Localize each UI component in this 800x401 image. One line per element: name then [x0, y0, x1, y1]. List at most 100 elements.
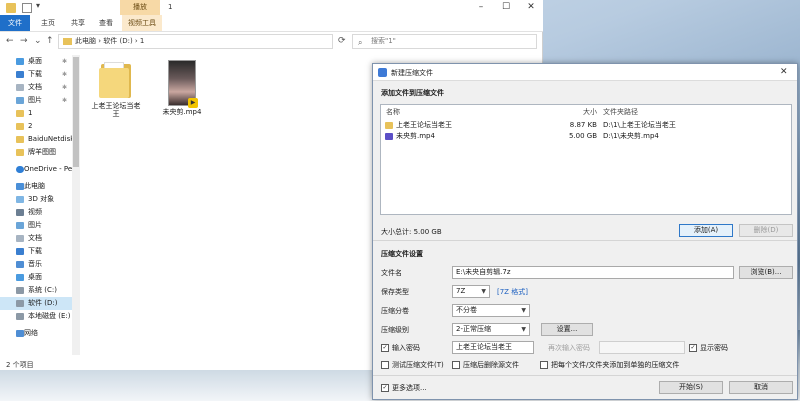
status-bar: 2 个项目	[6, 361, 34, 369]
settings-button[interactable]: 设置...	[541, 323, 593, 336]
add-button[interactable]: 添加(A)	[679, 224, 733, 237]
nav-item-downloads[interactable]: 下载 ✱	[0, 68, 73, 81]
separate-archives-label: 把每个文件/文件夹添加到单独的压缩文件	[551, 361, 680, 369]
nav-item-desktop[interactable]: 桌面 ✱	[0, 55, 73, 68]
ribbon-tabs: 文件 主页 共享 查看 视频工具	[0, 15, 543, 32]
contextual-tab-play[interactable]: 播放	[120, 0, 160, 15]
close-icon[interactable]: ✕	[780, 67, 788, 77]
table-row[interactable]: 上老王论坛当老王 8.87 KB D:\1\上老王论坛当老王	[381, 120, 791, 131]
search-icon: ⌕	[358, 38, 363, 47]
folder-item[interactable]: 上老王论坛当老王	[90, 60, 142, 118]
refresh-icon[interactable]: ⟳	[338, 36, 346, 46]
row-path: D:\1\上老王论坛当老王	[603, 121, 676, 129]
folder-icon	[16, 136, 24, 143]
computer-icon	[16, 183, 24, 190]
nav-item-videos[interactable]: 视频	[0, 206, 73, 219]
chevron-down-icon[interactable]: ▾	[36, 1, 46, 11]
nav-item-3d-objects[interactable]: 3D 对象	[0, 193, 73, 206]
column-path[interactable]: 文件夹路径	[603, 107, 638, 117]
save-type-label: 保存类型	[381, 288, 409, 296]
nav-item-pictures[interactable]: 图片 ✱	[0, 94, 73, 107]
nav-item-folder-images[interactable]: 牌羊图图	[0, 146, 73, 159]
nav-item-pictures-pc[interactable]: 图片	[0, 219, 73, 232]
address-bar[interactable]: 此电脑 › 软件 (D:) › 1	[58, 34, 333, 49]
back-arrow-icon[interactable]: ←	[6, 36, 14, 46]
chevron-down-icon: ▼	[481, 288, 486, 295]
start-button[interactable]: 开始(S)	[659, 381, 723, 394]
tab-video-tools[interactable]: 视频工具	[122, 15, 162, 31]
checkbox-checked[interactable]: ✓	[381, 384, 389, 392]
nav-item-baidunetdisk[interactable]: BaiduNetdisk	[0, 133, 73, 146]
tab-file[interactable]: 文件	[0, 15, 30, 31]
forward-arrow-icon[interactable]: →	[20, 36, 28, 46]
properties-icon[interactable]	[22, 3, 32, 13]
nav-item-network[interactable]: 网络	[0, 327, 73, 340]
scrollbar-thumb[interactable]	[73, 57, 79, 167]
picture-icon	[16, 222, 24, 229]
nav-label: 3D 对象	[28, 195, 55, 203]
split-value: 不分卷	[456, 306, 477, 314]
download-icon	[16, 248, 24, 255]
video-file-item[interactable]: ▶ 未央剪.mp4	[156, 60, 208, 116]
checkbox-unchecked[interactable]	[381, 361, 389, 369]
reenter-password-field[interactable]	[599, 341, 685, 354]
more-options-label: 更多选项...	[392, 384, 427, 392]
nav-item-music[interactable]: 音乐	[0, 258, 73, 271]
document-icon	[16, 235, 24, 242]
nav-label: 网络	[24, 329, 38, 337]
nav-label: 桌面	[28, 57, 42, 65]
nav-item-documents-pc[interactable]: 文档	[0, 232, 73, 245]
tab-view[interactable]: 查看	[94, 15, 118, 31]
nav-label: 下载	[28, 247, 42, 255]
nav-item-documents[interactable]: 文档 ✱	[0, 81, 73, 94]
nav-item-drive-c[interactable]: 系统 (C:)	[0, 284, 73, 297]
nav-item-folder-1[interactable]: 1	[0, 107, 73, 120]
nav-label: 音乐	[28, 260, 42, 268]
document-icon	[16, 84, 24, 91]
checkbox-checked[interactable]: ✓	[689, 344, 697, 352]
up-arrow-icon[interactable]: ↑	[46, 36, 54, 46]
recent-locations-icon[interactable]: ⌄	[34, 36, 42, 46]
table-row[interactable]: 未央剪.mp4 5.00 GB D:\1\未央剪.mp4	[381, 131, 791, 142]
video-icon	[16, 209, 24, 216]
search-input[interactable]: ⌕ 搜索"1"	[352, 34, 537, 49]
nav-item-desktop-pc[interactable]: 桌面	[0, 271, 73, 284]
file-list[interactable]: 名称 大小 文件夹路径 上老王论坛当老王 8.87 KB D:\1\上老王论坛当…	[380, 104, 792, 215]
nav-item-this-pc[interactable]: 此电脑	[0, 180, 73, 193]
tab-share[interactable]: 共享	[66, 15, 90, 31]
folder-icon	[6, 3, 16, 13]
nav-item-downloads-pc[interactable]: 下载	[0, 245, 73, 258]
cloud-icon	[16, 166, 24, 173]
nav-item-onedrive[interactable]: OneDrive - Per	[0, 163, 73, 176]
filename-field[interactable]: E:\未央自剪辑.7z	[452, 266, 734, 279]
maximize-icon[interactable]: ☐	[499, 2, 513, 12]
close-icon[interactable]: ✕	[524, 2, 538, 12]
nav-item-drive-e[interactable]: 本地磁盘 (E:)	[0, 310, 73, 323]
nav-label: 图片	[28, 96, 42, 104]
row-path: D:\1\未央剪.mp4	[603, 132, 659, 140]
checkbox-unchecked[interactable]	[452, 361, 460, 369]
nav-item-folder-2[interactable]: 2	[0, 120, 73, 133]
save-type-select[interactable]: 7Z ▼	[452, 285, 490, 298]
show-password-label: 显示密码	[700, 344, 728, 352]
password-field[interactable]: 上老王论坛当老王	[452, 341, 534, 354]
tab-home[interactable]: 主页	[36, 15, 60, 31]
delete-button[interactable]: 删除(D)	[739, 224, 793, 237]
cancel-button[interactable]: 取消	[729, 381, 793, 394]
checkbox-checked[interactable]: ✓	[381, 344, 389, 352]
minimize-icon[interactable]: –	[474, 2, 488, 12]
nav-item-drive-d[interactable]: 软件 (D:)	[0, 297, 73, 310]
delete-source-label: 压缩后删除源文件	[463, 361, 519, 369]
total-size: 大小总计: 5.00 GB	[381, 228, 442, 236]
level-select[interactable]: 2-正常压缩 ▼	[452, 323, 530, 336]
checkbox-unchecked[interactable]	[540, 361, 548, 369]
column-name[interactable]: 名称	[386, 107, 400, 117]
browse-button[interactable]: 浏览(B)...	[739, 266, 793, 279]
format-link[interactable]: [7Z 格式]	[497, 287, 528, 297]
column-size[interactable]: 大小	[551, 107, 597, 117]
nav-label: 此电脑	[24, 182, 45, 190]
split-select[interactable]: 不分卷 ▼	[452, 304, 530, 317]
nav-label: 2	[28, 122, 33, 130]
nav-label: 下载	[28, 70, 42, 78]
nav-scrollbar[interactable]	[72, 55, 80, 355]
